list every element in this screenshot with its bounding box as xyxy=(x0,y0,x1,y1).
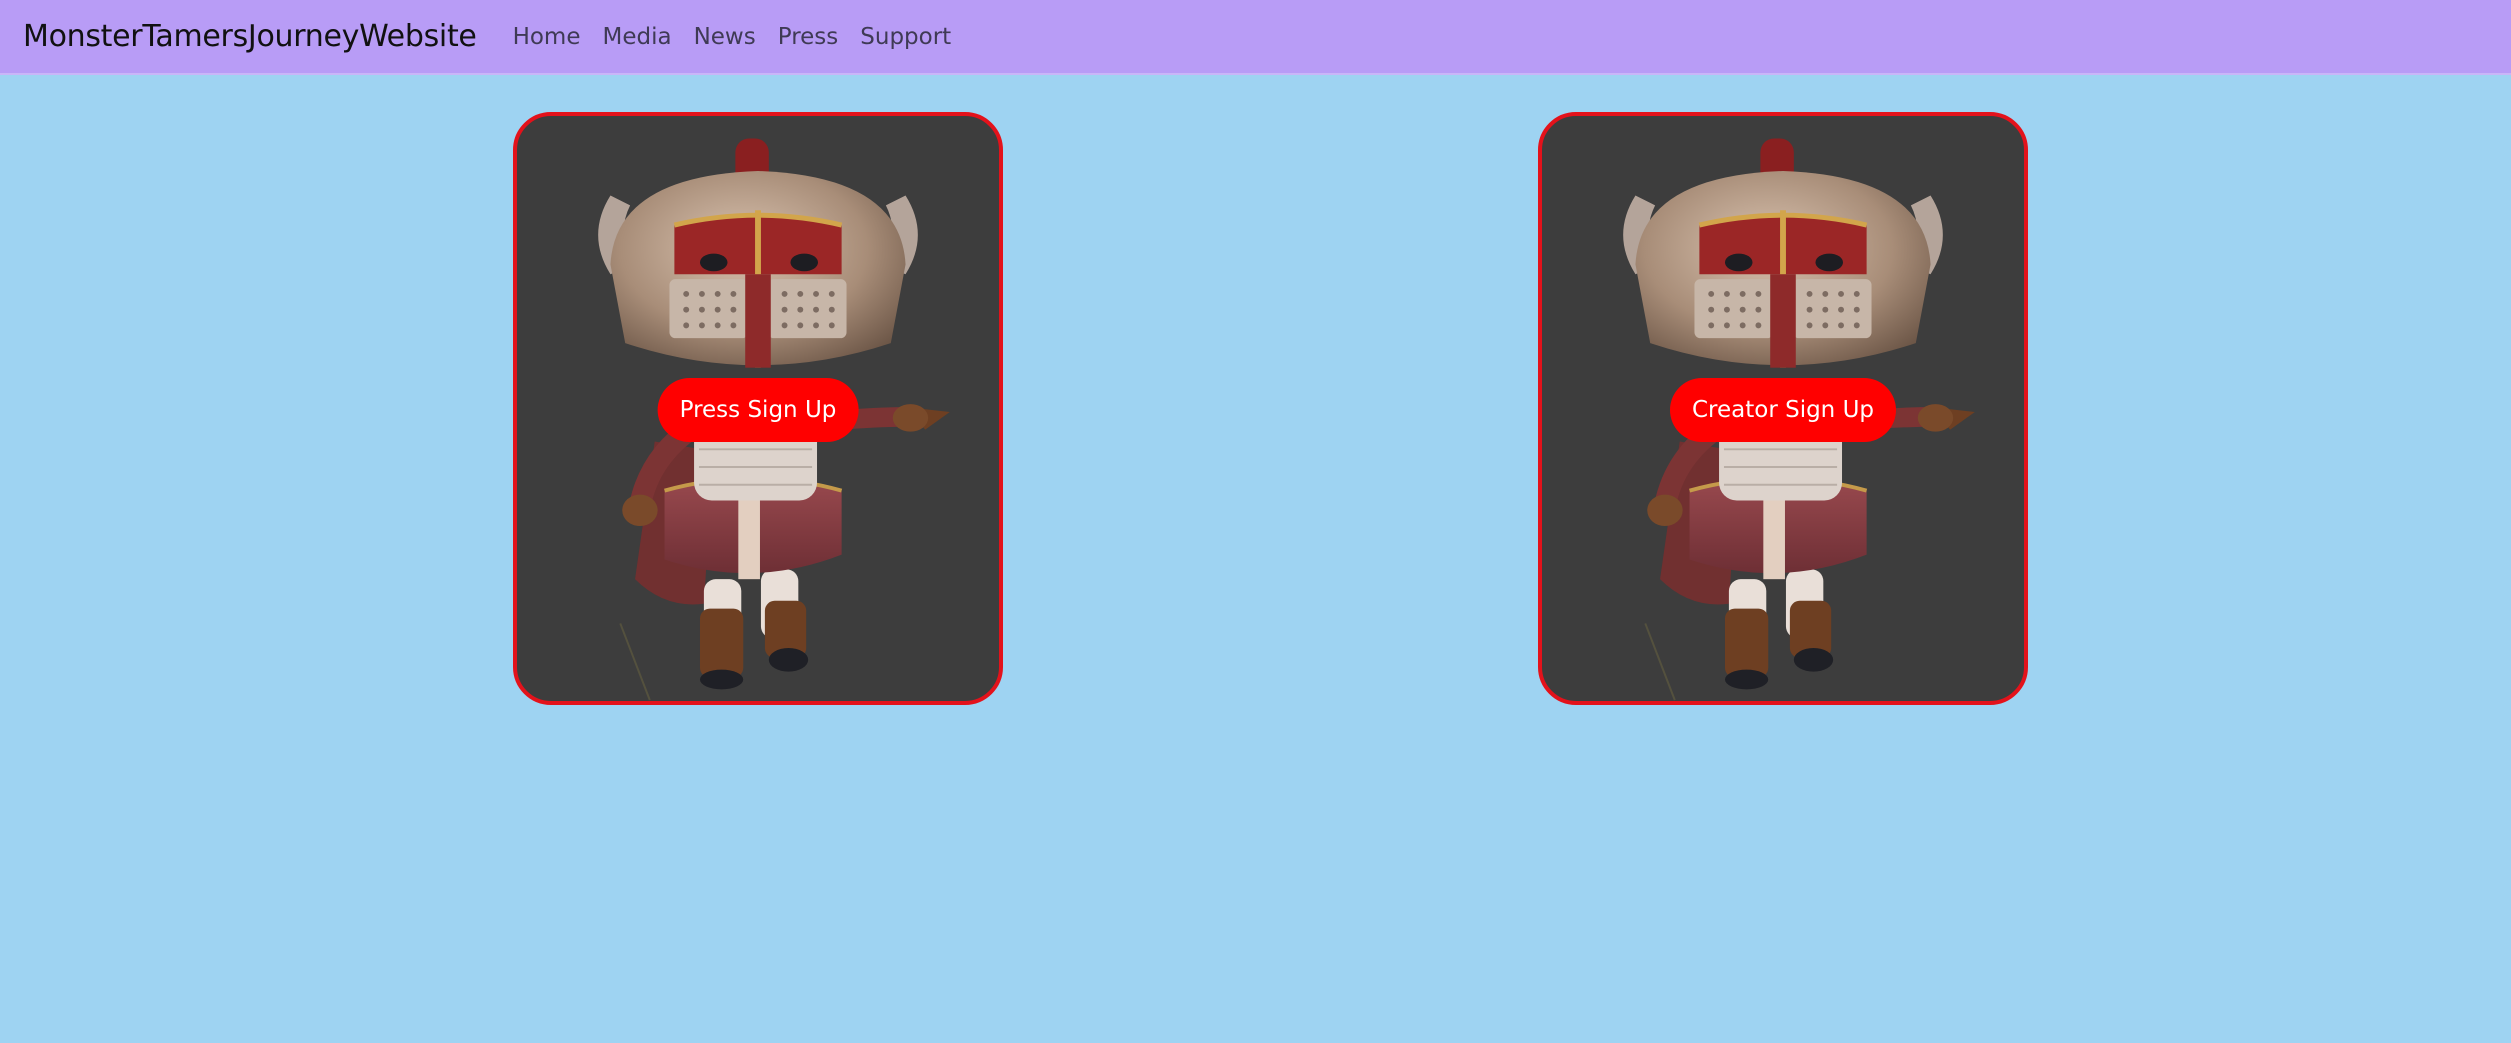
nav-link-news[interactable]: News xyxy=(683,24,767,50)
site-brand-link[interactable]: MonsterTamersJourneyWebsite xyxy=(23,19,477,54)
nav-link-support[interactable]: Support xyxy=(849,24,962,50)
nav-link-media[interactable]: Media xyxy=(591,24,682,50)
nav-link-press[interactable]: Press xyxy=(767,24,850,50)
nav-links: Home Media News Press Support xyxy=(513,24,963,50)
top-navbar: MonsterTamersJourneyWebsite Home Media N… xyxy=(0,0,2511,75)
creator-signup-button[interactable]: Creator Sign Up xyxy=(1669,378,1897,442)
press-signup-card: Press Sign Up xyxy=(513,112,1003,705)
creator-signup-card: Creator Sign Up xyxy=(1538,112,2028,705)
nav-link-home[interactable]: Home xyxy=(513,24,592,50)
press-signup-button[interactable]: Press Sign Up xyxy=(657,378,859,442)
